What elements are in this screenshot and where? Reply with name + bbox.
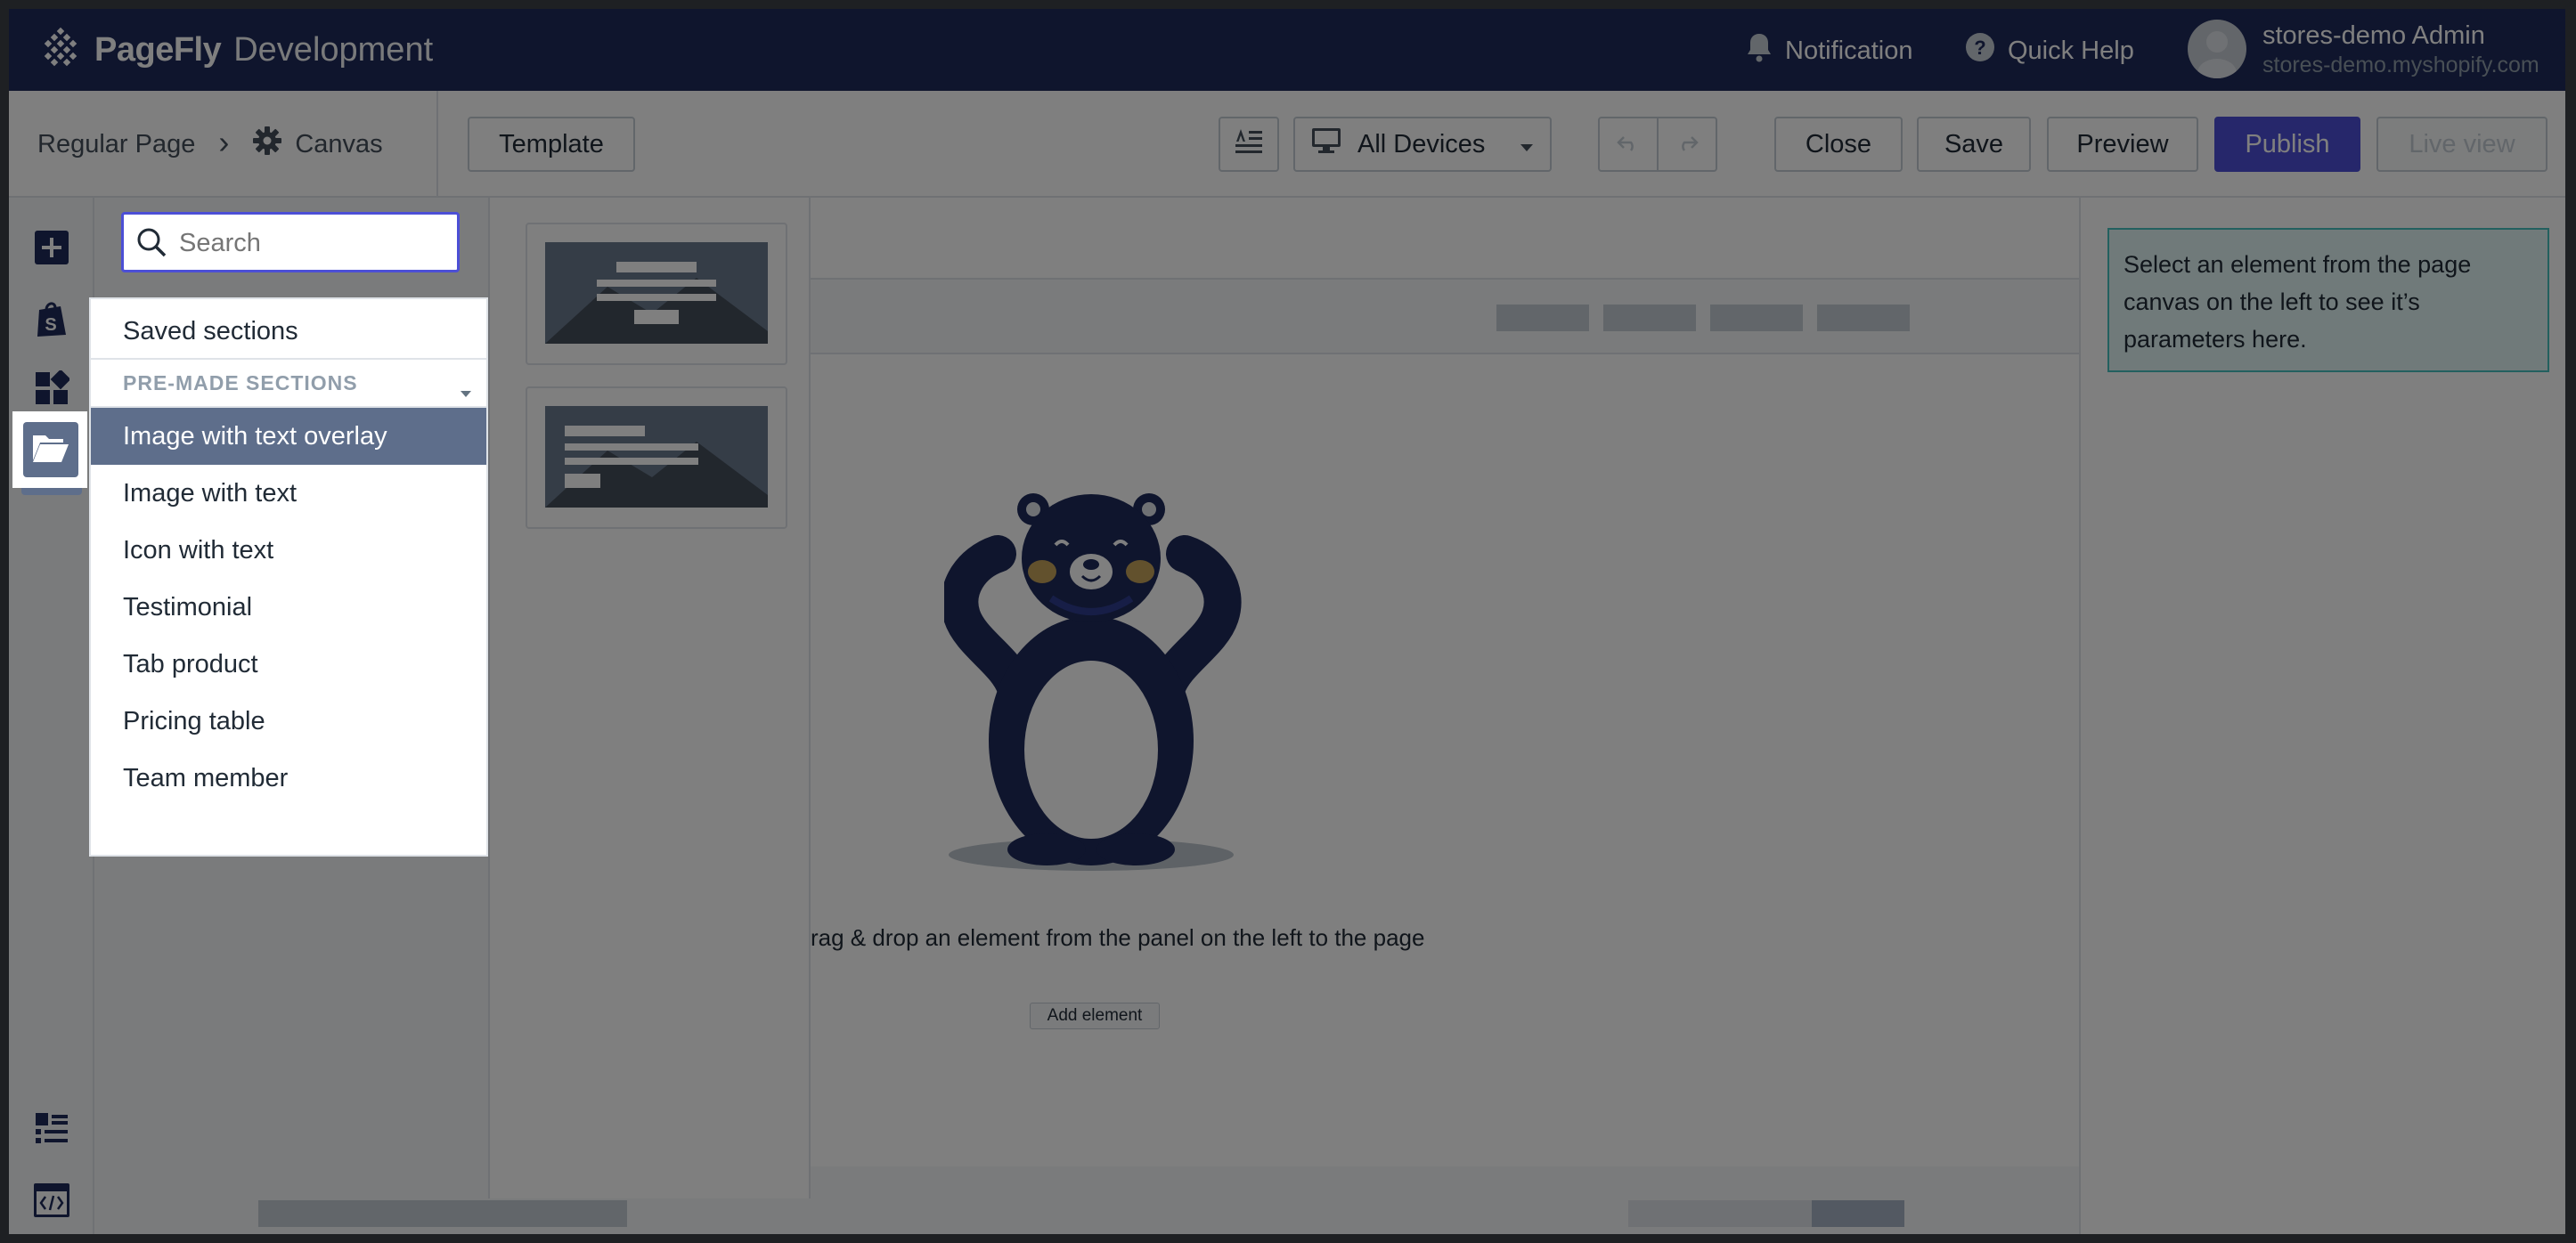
section-item-image-text-overlay[interactable]: Image with text overlay xyxy=(91,408,486,465)
search-field[interactable] xyxy=(121,212,460,272)
premade-sections-header[interactable]: PRE-MADE SECTIONS xyxy=(91,360,486,406)
folder-open-icon xyxy=(31,432,70,468)
caret-down-icon xyxy=(460,379,472,403)
section-item-icon-text[interactable]: Icon with text xyxy=(91,522,486,579)
section-item-image-text[interactable]: Image with text xyxy=(91,465,486,522)
search-icon xyxy=(136,227,167,262)
section-item-pricing-table[interactable]: Pricing table xyxy=(91,693,486,750)
search-input[interactable] xyxy=(179,223,446,263)
sections-rail-button-active[interactable] xyxy=(23,422,78,477)
sections-dropdown: Saved sections PRE-MADE SECTIONS Image w… xyxy=(89,297,488,857)
sections-rail-highlight[interactable] xyxy=(12,411,87,488)
premade-sections-label: PRE-MADE SECTIONS xyxy=(123,370,358,394)
saved-sections-item[interactable]: Saved sections xyxy=(91,303,486,360)
section-item-team-member[interactable]: Team member xyxy=(91,750,486,807)
section-item-tab-product[interactable]: Tab product xyxy=(91,636,486,693)
section-item-testimonial[interactable]: Testimonial xyxy=(91,579,486,636)
